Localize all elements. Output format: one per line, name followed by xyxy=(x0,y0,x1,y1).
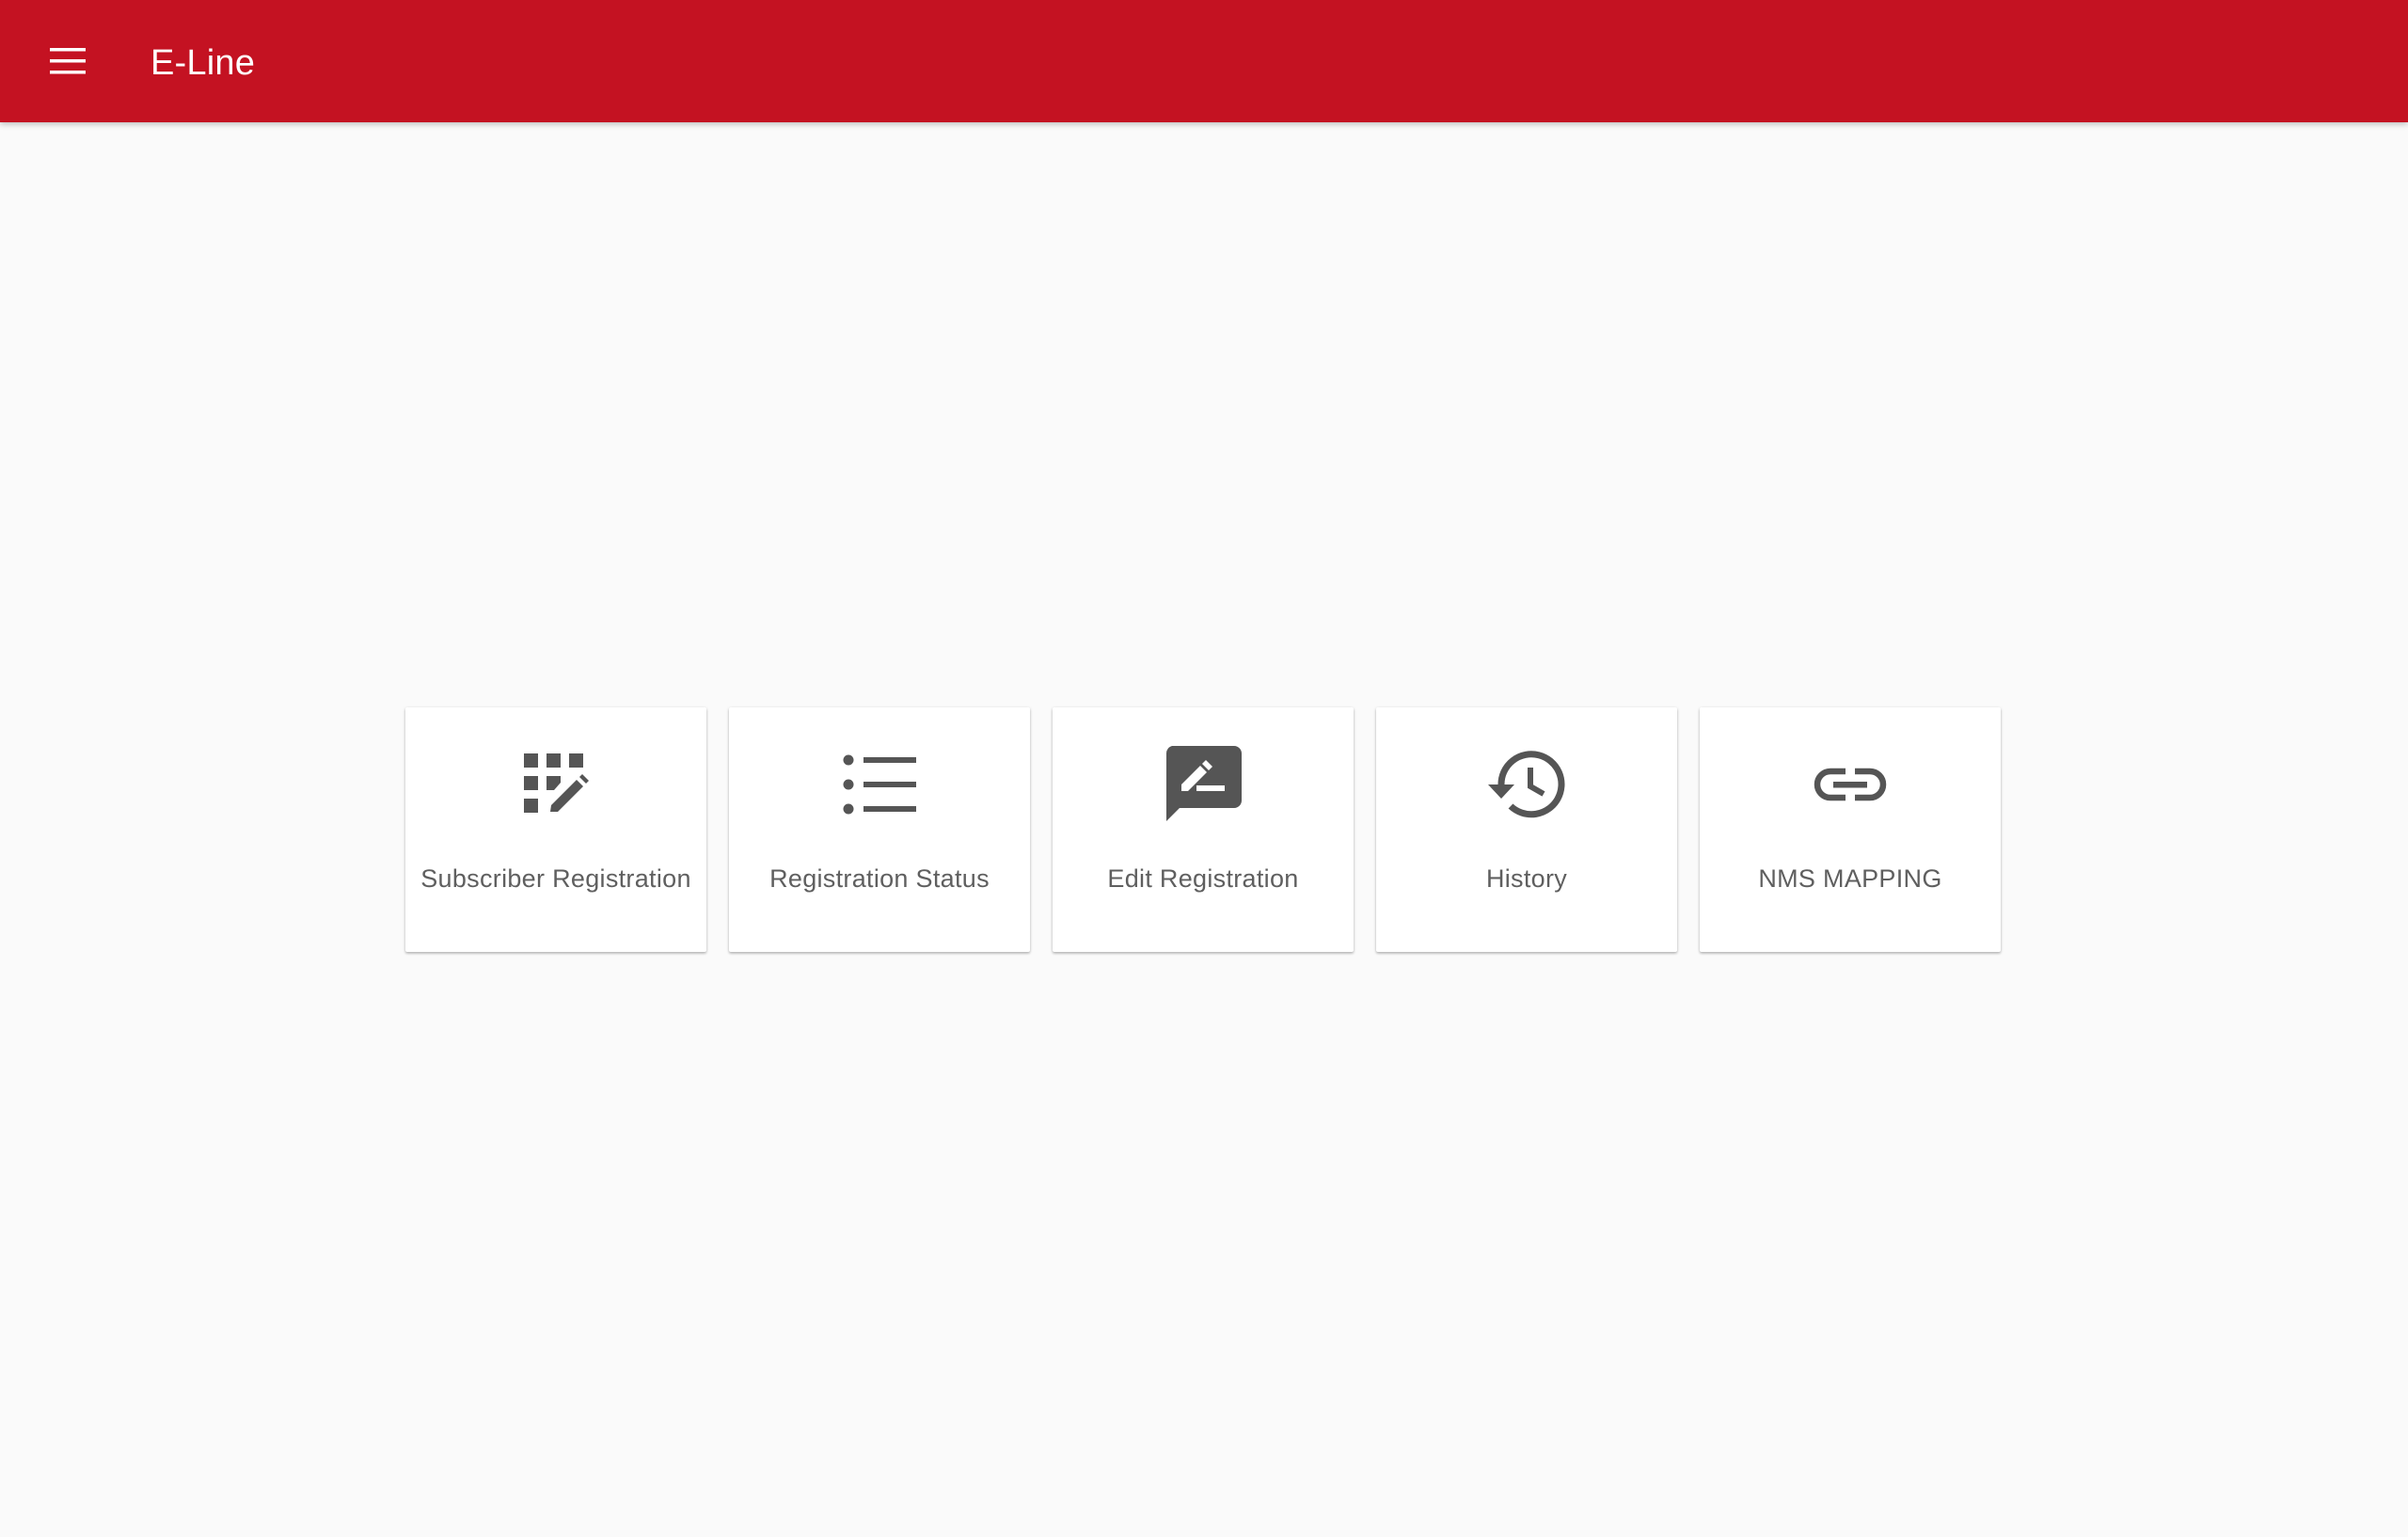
history-icon xyxy=(1485,743,1568,826)
nms-mapping-tile[interactable]: NMS MAPPING xyxy=(1700,707,2001,952)
edit-registration-tile[interactable]: Edit Registration xyxy=(1053,707,1354,952)
dialpad-edit-icon xyxy=(515,743,597,826)
tile-label: Subscriber Registration xyxy=(420,864,691,893)
list-icon xyxy=(838,743,921,826)
tile-label: History xyxy=(1485,864,1568,893)
subscriber-registration-tile[interactable]: Subscriber Registration xyxy=(405,707,706,952)
menu-icon xyxy=(50,48,86,74)
registration-status-tile[interactable]: Registration Status xyxy=(729,707,1030,952)
tile-label: Registration Status xyxy=(769,864,990,893)
app-bar: E-Line xyxy=(0,0,2408,122)
history-tile[interactable]: History xyxy=(1376,707,1677,952)
app-title: E-Line xyxy=(150,43,256,83)
tile-label: Edit Registration xyxy=(1107,864,1299,893)
home-tiles: Subscriber Registration Registration Sta… xyxy=(405,707,2001,952)
menu-button[interactable] xyxy=(43,42,92,80)
tile-label: NMS MAPPING xyxy=(1758,864,1942,893)
link-icon xyxy=(1809,743,1892,826)
rate-review-icon xyxy=(1162,743,1244,826)
